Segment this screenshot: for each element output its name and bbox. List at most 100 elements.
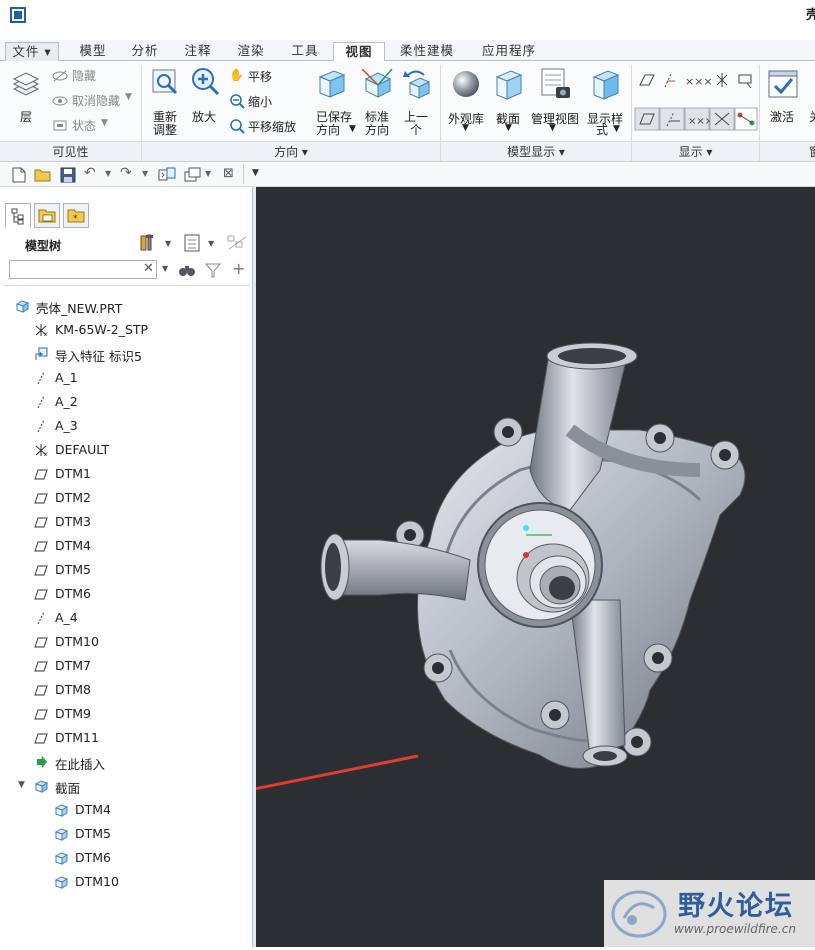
tree-item[interactable]: 导入特征 标识5 [0, 343, 250, 365]
expand-toggle-icon[interactable]: ▼ [18, 780, 25, 790]
tab-model-tree[interactable] [5, 203, 31, 228]
datum-display-row-1[interactable]: ××× [637, 71, 759, 91]
appearance-dropdown-icon[interactable]: ▼ [462, 123, 469, 133]
standard-orientation-icon[interactable] [360, 67, 394, 99]
tree-item[interactable]: DTM8 [0, 679, 250, 701]
tree-item[interactable]: x DEFAULT [0, 439, 250, 461]
refit-label-2[interactable]: 调整 [153, 121, 177, 138]
tree-item[interactable]: DTM4 [0, 799, 250, 821]
windows-icon[interactable] [184, 167, 202, 183]
graphics-viewport[interactable] [126, 187, 815, 947]
display-style-label-2[interactable]: 式 [596, 121, 608, 138]
find-binoculars-icon[interactable] [178, 262, 196, 278]
display-style-dropdown-icon[interactable]: ▼ [613, 124, 620, 134]
settings-tools-icon[interactable] [138, 233, 158, 253]
settings-dropdown-icon[interactable]: ▼ [165, 239, 171, 248]
tree-item[interactable]: A_1 [0, 367, 250, 389]
pan-button[interactable]: 平移 [248, 68, 272, 85]
tree-item[interactable]: DTM11 [0, 727, 250, 749]
tree-item[interactable]: A_4 [0, 607, 250, 629]
layer-icon[interactable] [11, 71, 41, 101]
redo-icon[interactable]: ↷ [120, 165, 132, 181]
pan-zoom-button[interactable]: 平移缩放 [248, 118, 296, 135]
customize-toolbar-dropdown-icon[interactable]: ▼ [252, 168, 259, 178]
previous-orientation-icon[interactable] [402, 67, 432, 99]
status-dropdown-icon[interactable]: ▼ [101, 118, 108, 128]
tree-item[interactable]: DTM7 [0, 655, 250, 677]
tab-folder-browser[interactable] [34, 203, 60, 228]
tab-flexible-modeling[interactable]: 柔性建模 [391, 42, 463, 61]
section-dropdown-icon[interactable]: ▼ [505, 123, 512, 133]
tree-item[interactable]: x KM-65W-2_STP [0, 319, 250, 341]
tab-tools[interactable]: 工具 [281, 42, 329, 61]
tab-model[interactable]: 模型 [68, 42, 118, 61]
tree-item[interactable]: DTM9 [0, 703, 250, 725]
zoom-out-button[interactable]: 缩小 [248, 93, 272, 110]
tree-item[interactable]: DTM10 [0, 871, 250, 893]
manage-views-icon[interactable] [540, 67, 572, 101]
undo-dropdown-icon[interactable]: ▼ [105, 169, 111, 178]
undo-icon[interactable]: ↶ [84, 165, 96, 181]
tree-item-label: A_3 [55, 418, 78, 433]
close-window-button[interactable]: 关 [809, 108, 815, 125]
tree-columns-icon[interactable] [226, 233, 248, 253]
tree-item[interactable]: DTM10 [0, 631, 250, 653]
tree-item[interactable]: DTM1 [0, 463, 250, 485]
filter-icon[interactable] [205, 262, 221, 278]
unhide-dropdown-icon[interactable]: ▼ [125, 92, 132, 102]
tab-annotate[interactable]: 注释 [174, 42, 222, 61]
show-list-icon[interactable] [183, 233, 203, 253]
activate-button[interactable]: 激活 [770, 108, 794, 125]
saved-orientation-label-2[interactable]: 方向 [316, 121, 340, 138]
saved-orientation-icon[interactable] [316, 67, 346, 99]
redo-dropdown-icon[interactable]: ▼ [142, 169, 148, 178]
tree-item[interactable]: DTM4 [0, 535, 250, 557]
tree-item[interactable]: DTM6 [0, 847, 250, 869]
zoom-in-icon[interactable] [190, 67, 220, 97]
hide-button[interactable]: 隐藏 [72, 67, 96, 84]
activate-icon[interactable] [767, 69, 799, 101]
unhide-button[interactable]: 取消隐藏 [72, 92, 120, 109]
standard-orientation-label-2[interactable]: 方向 [365, 121, 389, 138]
tree-item[interactable]: A_3 [0, 415, 250, 437]
display-style-icon[interactable] [590, 67, 622, 101]
search-input[interactable] [9, 260, 157, 279]
windows-dropdown-icon[interactable]: ▼ [205, 169, 211, 178]
tree-item[interactable]: DTM2 [0, 487, 250, 509]
tab-view[interactable]: 视图 [333, 42, 385, 62]
regenerate-icon[interactable] [158, 167, 176, 183]
layer-button[interactable]: 层 [20, 108, 32, 125]
tab-file[interactable]: 文件 ▾ [5, 42, 59, 61]
tab-favorites[interactable]: * [63, 203, 89, 228]
clear-search-icon[interactable]: ✕ [143, 261, 154, 276]
saved-orientation-dropdown-icon[interactable]: ▼ [349, 124, 356, 134]
datum-display-row-2[interactable]: ××× [634, 107, 758, 131]
tree-item[interactable]: 壳体_NEW.PRT [0, 295, 250, 317]
new-file-icon[interactable] [12, 167, 26, 183]
tab-analysis[interactable]: 分析 [122, 42, 168, 61]
tree-item[interactable]: DTM5 [0, 823, 250, 845]
tab-applications[interactable]: 应用程序 [471, 42, 547, 61]
save-icon[interactable] [60, 167, 76, 183]
open-file-icon[interactable] [34, 167, 52, 183]
tree-item[interactable]: DTM5 [0, 559, 250, 581]
tab-render[interactable]: 渲染 [227, 42, 275, 61]
tree-item[interactable]: DTM6 [0, 583, 250, 605]
add-icon[interactable]: + [232, 259, 245, 278]
tree-item[interactable]: ▼ 截面 [0, 775, 250, 797]
zoom-in-button[interactable]: 放大 [192, 108, 216, 125]
app-icon[interactable] [10, 7, 26, 23]
section-icon[interactable] [493, 67, 525, 101]
refit-icon[interactable] [150, 67, 180, 97]
datum-plane-icon [34, 685, 48, 696]
previous-orientation-label-2[interactable]: 个 [410, 121, 422, 138]
tree-item[interactable]: DTM3 [0, 511, 250, 533]
show-dropdown-icon[interactable]: ▼ [208, 239, 214, 248]
tree-item[interactable]: A_2 [0, 391, 250, 413]
manage-views-dropdown-icon[interactable]: ▼ [549, 123, 556, 133]
close-icon[interactable]: ⊠ [223, 166, 234, 181]
search-dropdown-icon[interactable]: ▼ [162, 264, 168, 273]
appearance-gallery-icon[interactable] [451, 69, 481, 99]
status-button[interactable]: 状态 [72, 117, 96, 134]
tree-item[interactable]: 在此插入 [0, 751, 250, 773]
